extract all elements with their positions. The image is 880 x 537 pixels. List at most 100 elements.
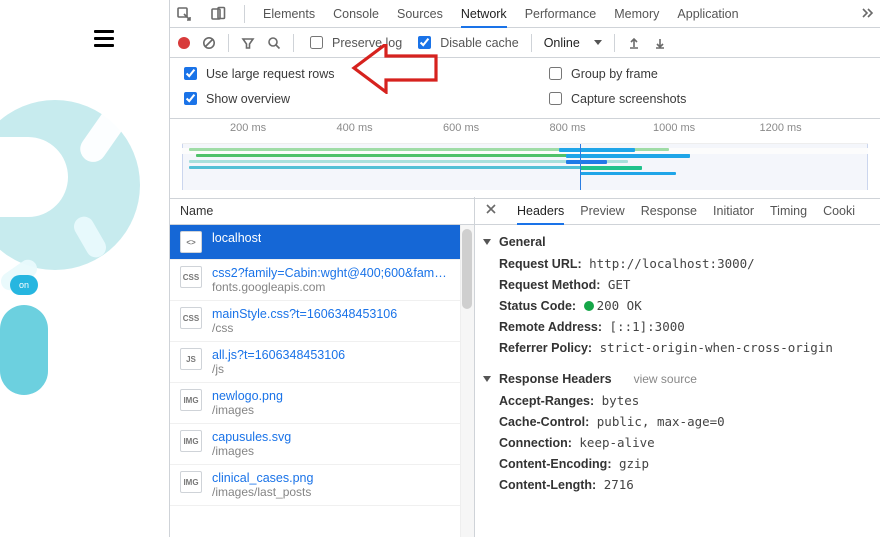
throttling-select[interactable]: Online bbox=[544, 36, 580, 50]
request-name: mainStyle.css?t=1606348453106 bbox=[212, 307, 397, 321]
overview-timeline[interactable]: 200 ms400 ms600 ms800 ms1000 ms1200 ms bbox=[170, 119, 880, 199]
split-pane: Name <> localhost CSS css2?family=Cabin:wgh… bbox=[170, 197, 880, 537]
request-domain: /images/last_posts bbox=[212, 485, 313, 499]
badge-on: on bbox=[10, 275, 38, 295]
decorative-pill bbox=[0, 305, 48, 395]
request-row[interactable]: CSS css2?family=Cabin:wght@400;600&family… bbox=[170, 260, 474, 301]
detail-tab-bar: Headers Preview Response Initiator Timing Coo… bbox=[475, 197, 880, 225]
request-list: Name <> localhost CSS css2?family=Cabin:wgh… bbox=[170, 197, 475, 537]
group-by-frame-label: Group by frame bbox=[571, 67, 658, 81]
request-row[interactable]: CSS mainStyle.css?t=1606348453106/css bbox=[170, 301, 474, 342]
disclosure-triangle-icon bbox=[483, 239, 491, 245]
header-row: Referrer Policy: strict-origin-when-cros… bbox=[475, 337, 880, 358]
request-name: clinical_cases.png bbox=[212, 471, 313, 485]
filetype-icon: CSS bbox=[180, 266, 202, 288]
network-settings-row: Use large request rows Group by frame Sh… bbox=[170, 58, 880, 119]
filetype-icon: CSS bbox=[180, 307, 202, 329]
column-name: Name bbox=[180, 204, 213, 218]
request-row[interactable]: JS all.js?t=1606348453106/js bbox=[170, 342, 474, 383]
waterfall-overview[interactable] bbox=[182, 143, 868, 190]
hamburger-menu-icon[interactable] bbox=[94, 30, 114, 47]
close-icon[interactable] bbox=[485, 203, 497, 218]
devtools-panel: Elements Console Sources Network Performance… bbox=[169, 0, 880, 537]
request-row[interactable]: <> localhost bbox=[170, 225, 474, 260]
section-header[interactable]: Response Headersview source bbox=[475, 368, 880, 390]
request-domain: fonts.googleapis.com bbox=[212, 280, 447, 294]
request-row[interactable]: IMG capusules.svg/images bbox=[170, 424, 474, 465]
ruler-tick: 1000 ms bbox=[653, 122, 695, 134]
view-source-link[interactable]: view source bbox=[634, 372, 697, 386]
detail-tab-initiator[interactable]: Initiator bbox=[713, 197, 754, 225]
show-overview-label: Show overview bbox=[206, 92, 290, 106]
header-row: Connection: keep-alive bbox=[475, 432, 880, 453]
ruler-tick: 400 ms bbox=[337, 122, 373, 134]
tab-memory[interactable]: Memory bbox=[614, 0, 659, 28]
filetype-icon: IMG bbox=[180, 471, 202, 493]
request-name: all.js?t=1606348453106 bbox=[212, 348, 345, 362]
tab-sources[interactable]: Sources bbox=[397, 0, 443, 28]
annotation-arrow bbox=[348, 44, 443, 94]
status-dot-icon bbox=[584, 301, 594, 311]
request-domain: /css bbox=[212, 321, 397, 335]
network-toolbar: Preserve log Disable cache Online bbox=[170, 28, 880, 58]
clear-icon[interactable] bbox=[202, 36, 216, 50]
ruler-tick: 200 ms bbox=[230, 122, 266, 134]
header-row: Request Method: GET bbox=[475, 274, 880, 295]
header-row: Cache-Control: public, max-age=0 bbox=[475, 411, 880, 432]
ruler-tick: 800 ms bbox=[550, 122, 586, 134]
detail-tab-preview[interactable]: Preview bbox=[580, 197, 624, 225]
request-domain: /js bbox=[212, 362, 345, 376]
devtools-tab-bar: Elements Console Sources Network Performance… bbox=[170, 0, 880, 28]
show-overview-checkbox[interactable]: Show overview bbox=[180, 89, 505, 108]
page-background: on bbox=[0, 0, 169, 537]
header-row: Request URL: http://localhost:3000/ bbox=[475, 253, 880, 274]
capture-screenshots-checkbox[interactable]: Capture screenshots bbox=[545, 89, 870, 108]
scrollbar[interactable] bbox=[460, 225, 474, 537]
detail-tab-timing[interactable]: Timing bbox=[770, 197, 807, 225]
header-row: Remote Address: [::1]:3000 bbox=[475, 316, 880, 337]
disclosure-triangle-icon bbox=[483, 376, 491, 382]
header-row: Content-Encoding: gzip bbox=[475, 453, 880, 474]
filetype-icon: IMG bbox=[180, 430, 202, 452]
tab-application[interactable]: Application bbox=[677, 0, 738, 28]
download-har-icon[interactable] bbox=[653, 36, 667, 50]
tab-console[interactable]: Console bbox=[333, 0, 379, 28]
device-toggle-icon[interactable] bbox=[210, 6, 226, 22]
capture-screenshots-label: Capture screenshots bbox=[571, 92, 686, 106]
tabs-overflow-icon[interactable] bbox=[860, 5, 874, 22]
filetype-icon: <> bbox=[180, 231, 202, 253]
request-domain: /images bbox=[212, 444, 291, 458]
group-by-frame-checkbox[interactable]: Group by frame bbox=[545, 64, 870, 83]
request-detail: Headers Preview Response Initiator Timing Coo… bbox=[475, 197, 880, 537]
request-name: localhost bbox=[212, 231, 261, 245]
record-button[interactable] bbox=[178, 37, 190, 49]
header-row: Content-Length: 2716 bbox=[475, 474, 880, 495]
tab-elements[interactable]: Elements bbox=[263, 0, 315, 28]
ruler-tick: 600 ms bbox=[443, 122, 479, 134]
request-row[interactable]: IMG clinical_cases.png/images/last_posts bbox=[170, 465, 474, 506]
filter-icon[interactable] bbox=[241, 36, 255, 50]
inspect-icon[interactable] bbox=[176, 6, 192, 22]
chevron-down-icon[interactable] bbox=[594, 40, 602, 45]
request-name: css2?family=Cabin:wght@400;600&family=. bbox=[212, 266, 447, 280]
large-rows-label: Use large request rows bbox=[206, 67, 335, 81]
header-row: Status Code: 200 OK bbox=[475, 295, 880, 316]
filetype-icon: IMG bbox=[180, 389, 202, 411]
request-name: newlogo.png bbox=[212, 389, 283, 403]
section-header[interactable]: General bbox=[475, 231, 880, 253]
tab-network[interactable]: Network bbox=[461, 0, 507, 28]
detail-tab-response[interactable]: Response bbox=[641, 197, 697, 225]
upload-har-icon[interactable] bbox=[627, 36, 641, 50]
filetype-icon: JS bbox=[180, 348, 202, 370]
large-rows-checkbox[interactable]: Use large request rows bbox=[180, 64, 505, 83]
search-icon[interactable] bbox=[267, 36, 281, 50]
tab-performance[interactable]: Performance bbox=[525, 0, 597, 28]
request-row[interactable]: IMG newlogo.png/images bbox=[170, 383, 474, 424]
disable-cache-label: Disable cache bbox=[440, 36, 519, 50]
detail-tab-cooki[interactable]: Cooki bbox=[823, 197, 855, 225]
detail-tab-headers[interactable]: Headers bbox=[517, 197, 564, 225]
list-header[interactable]: Name bbox=[170, 197, 474, 225]
request-name: capusules.svg bbox=[212, 430, 291, 444]
header-row: Accept-Ranges: bytes bbox=[475, 390, 880, 411]
request-domain: /images bbox=[212, 403, 283, 417]
